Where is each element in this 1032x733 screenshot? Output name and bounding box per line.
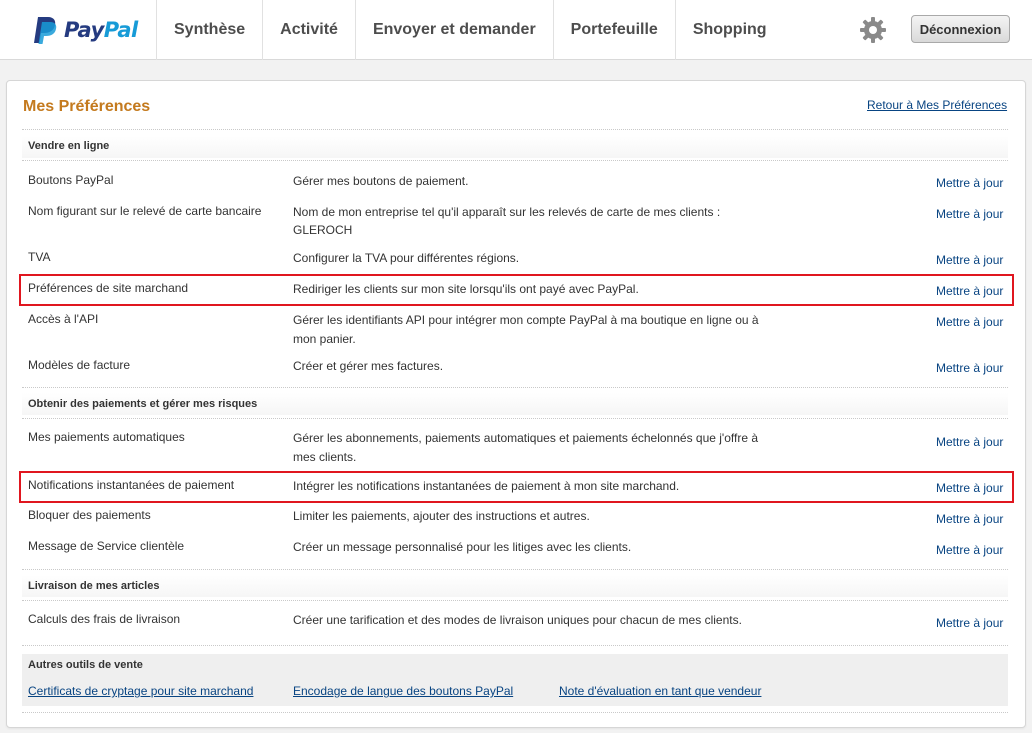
row-name-bloquer-paiements: Bloquer des paiements — [28, 508, 151, 522]
row-name-boutons-paypal: Boutons PayPal — [28, 173, 114, 187]
divider — [22, 569, 1008, 570]
update-link-paiements-automatiques[interactable]: Mettre à jour — [936, 435, 1003, 449]
section-title-shipping: Livraison de mes articles — [28, 580, 160, 592]
divider — [22, 418, 1008, 419]
link-encodage-langue[interactable]: Encodage de langue des boutons PayPal — [293, 684, 513, 698]
nav-activite[interactable]: Activité — [262, 0, 355, 60]
row-name-message-service-clientele: Message de Service clientèle — [28, 539, 185, 553]
row-desc-frais-livraison: Créer une tarification et des modes de l… — [293, 613, 742, 627]
nav-synthese[interactable]: Synthèse — [156, 0, 262, 60]
link-certificats-cryptage[interactable]: Certificats de cryptage pour site marcha… — [28, 684, 253, 698]
divider — [22, 600, 1008, 601]
update-link-message-service-clientele[interactable]: Mettre à jour — [936, 543, 1003, 557]
page-title: Mes Préférences — [23, 98, 151, 115]
row-desc-paiements-automatiques: Gérer les abonnements, paiements automat… — [293, 431, 759, 445]
section-title-sell: Vendre en ligne — [28, 140, 110, 152]
section-title-tools: Autres outils de vente — [28, 659, 143, 671]
paypal-p-icon — [34, 17, 57, 44]
row-desc-bloquer-paiements: Limiter les paiements, ajouter des instr… — [293, 509, 590, 523]
row-name-preferences-site-marchand: Préférences de site marchand — [28, 281, 189, 295]
row-name-tva: TVA — [28, 250, 51, 264]
nav-shopping[interactable]: Shopping — [674, 0, 784, 60]
divider — [22, 129, 1008, 130]
update-link-preferences-site-marchand[interactable]: Mettre à jour — [936, 284, 1003, 298]
update-link-frais-livraison[interactable]: Mettre à jour — [936, 616, 1003, 630]
link-note-evaluation[interactable]: Note d'évaluation en tant que vendeur — [559, 684, 761, 698]
row-name-modeles-facture: Modèles de facture — [28, 358, 131, 372]
main-nav: Synthèse Activité Envoyer et demander Po… — [156, 0, 784, 60]
logo-pal: Pal — [103, 18, 138, 42]
section-header-shipping — [22, 575, 1008, 597]
top-navigation-bar: PayPal Synthèse Activité Envoyer et dema… — [0, 0, 1032, 60]
nav-envoyer-demander[interactable]: Envoyer et demander — [354, 0, 553, 60]
section-header-sell — [22, 136, 1008, 158]
row-desc-boutons-paypal: Gérer mes boutons de paiement. — [293, 174, 469, 188]
other-tools-box — [22, 654, 1008, 706]
row-name-paiements-automatiques: Mes paiements automatiques — [28, 430, 185, 444]
row-desc-modeles-facture: Créer et gérer mes factures. — [293, 359, 444, 373]
divider — [22, 387, 1008, 388]
row-desc-message-service-clientele: Créer un message personnalisé pour les l… — [293, 540, 632, 554]
row-desc-nom-releve: Nom de mon entreprise tel qu'il apparaît… — [293, 205, 721, 219]
update-link-acces-api[interactable]: Mettre à jour — [936, 315, 1003, 329]
section-title-payments: Obtenir des paiements et gérer mes risqu… — [28, 398, 258, 410]
nav-portefeuille[interactable]: Portefeuille — [552, 0, 675, 60]
logo-pay: Pay — [64, 18, 104, 42]
divider — [22, 645, 1008, 646]
row-desc-acces-api: Gérer les identifiants API pour intégrer… — [293, 313, 759, 327]
row-desc-nom-releve-value: GLEROCH — [293, 223, 353, 237]
back-to-preferences-link[interactable]: Retour à Mes Préférences — [867, 98, 1007, 112]
update-link-bloquer-paiements[interactable]: Mettre à jour — [936, 512, 1003, 526]
divider — [22, 712, 1008, 713]
update-link-notifications-instantanees[interactable]: Mettre à jour — [936, 481, 1003, 495]
row-name-nom-releve: Nom figurant sur le relevé de carte banc… — [28, 204, 262, 218]
row-desc-tva: Configurer la TVA pour différentes régio… — [293, 251, 520, 265]
row-desc-notifications-instantanees: Intégrer les notifications instantanées … — [293, 479, 680, 493]
paypal-logo[interactable]: PayPal — [32, 14, 138, 46]
update-link-modeles-facture[interactable]: Mettre à jour — [936, 361, 1003, 375]
logout-button[interactable]: Déconnexion — [911, 15, 1010, 43]
row-desc-paiements-automatiques-line2: mes clients. — [293, 450, 357, 464]
row-name-notifications-instantanees: Notifications instantanées de paiement — [28, 478, 235, 492]
row-desc-acces-api-line2: mon panier. — [293, 332, 356, 346]
row-desc-preferences-site-marchand: Rediriger les clients sur mon site lorsq… — [293, 282, 639, 296]
row-name-frais-livraison: Calculs des frais de livraison — [28, 612, 181, 626]
update-link-tva[interactable]: Mettre à jour — [936, 253, 1003, 267]
divider — [22, 160, 1008, 161]
paypal-wordmark: PayPal — [64, 18, 138, 42]
gear-icon[interactable] — [859, 16, 887, 44]
row-name-acces-api: Accès à l'API — [28, 312, 99, 326]
update-link-nom-releve[interactable]: Mettre à jour — [936, 207, 1003, 221]
update-link-boutons-paypal[interactable]: Mettre à jour — [936, 176, 1003, 190]
